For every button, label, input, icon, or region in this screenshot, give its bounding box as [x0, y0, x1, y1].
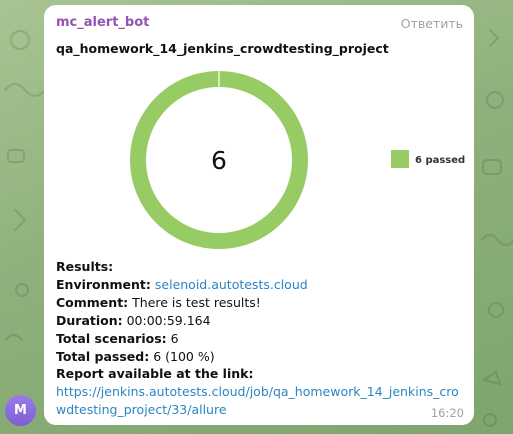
environment-label: Environment: [56, 276, 151, 292]
reply-button[interactable]: Ответить [401, 16, 463, 31]
total-scenarios-value: 6 [170, 330, 179, 346]
total-passed-value: 6 (100 %) [153, 348, 215, 364]
report-url-link[interactable]: https://jenkins.autotests.cloud/job/qa_h… [56, 383, 461, 419]
report-title: qa_homework_14_jenkins_crowdtesting_proj… [56, 41, 389, 56]
total-scenarios-label: Total scenarios: [56, 330, 167, 346]
comment-label: Comment: [56, 294, 129, 310]
donut-chart-svg: 6 6 passed [129, 71, 465, 249]
report-info: Results: Environment: selenoid.autotests… [56, 258, 466, 419]
environment-line: Environment: selenoid.autotests.cloud [56, 276, 466, 294]
message-bubble: mc_alert_bot Ответить qa_homework_14_jen… [44, 5, 474, 425]
donut-chart: 6 6 passed [44, 65, 474, 255]
total-passed-label: Total passed: [56, 348, 150, 364]
duration-value: 00:00:59.164 [126, 312, 211, 328]
bot-avatar[interactable]: M [5, 395, 36, 426]
report-link-heading: Report available at the link: [56, 366, 254, 382]
duration-label: Duration: [56, 312, 123, 328]
results-heading: Results: [56, 259, 114, 274]
environment-link[interactable]: selenoid.autotests.cloud [155, 277, 308, 292]
sender-name[interactable]: mc_alert_bot [56, 15, 149, 30]
comment-value: There is test results! [132, 294, 261, 310]
message-timestamp: 16:20 [430, 406, 464, 420]
total-scenarios-line: Total scenarios: 6 [56, 330, 466, 348]
legend-label: 6 passed [415, 155, 465, 166]
donut-center-label: 6 [211, 146, 227, 175]
comment-line: Comment: There is test results! [56, 294, 466, 312]
total-passed-line: Total passed: 6 (100 %) [56, 348, 466, 366]
duration-line: Duration: 00:00:59.164 [56, 312, 466, 330]
legend-swatch [391, 150, 409, 168]
chart-legend: 6 passed [391, 150, 465, 168]
